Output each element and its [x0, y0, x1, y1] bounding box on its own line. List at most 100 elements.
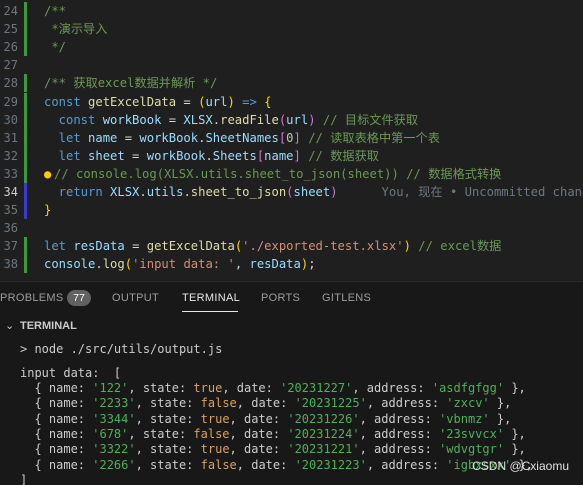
panel-tabs: PROBLEMS 77 OUTPUT TERMINAL PORTS GITLEN…	[0, 282, 583, 314]
terminal-text: },	[489, 396, 512, 411]
terminal-text: , state:	[135, 442, 201, 457]
git-change-indicator[interactable]	[24, 164, 27, 183]
line-number: 36	[3, 221, 18, 236]
git-change-indicator[interactable]	[24, 74, 27, 93]
terminal-data-row: { name: '2233', state: false, date: '202…	[20, 396, 511, 411]
code-token: (	[286, 185, 294, 199]
git-change-indicator[interactable]	[24, 255, 27, 274]
code-token: =>	[234, 94, 265, 109]
line-number: 28	[3, 76, 18, 91]
row-state-value: true	[200, 442, 230, 457]
chevron-down-icon[interactable]: ⌄	[5, 315, 14, 337]
code-token: getExcelData	[146, 239, 235, 254]
code-text: let name = workBook.SheetNames[0] // 读取表…	[44, 129, 440, 147]
code-token: './exported-test.xlsx'	[242, 239, 404, 254]
code-line[interactable]: 34 return XLSX.utils.sheet_to_json(sheet…	[0, 183, 583, 201]
code-token: const	[44, 94, 89, 109]
tab-gitlens[interactable]: GITLENS	[322, 292, 371, 304]
code-line[interactable]: 38 console.log('input data: ', resData);	[0, 255, 583, 274]
git-change-indicator[interactable]	[24, 2, 27, 20]
code-line[interactable]: 36	[0, 219, 583, 237]
row-name-value: '3344'	[92, 411, 136, 426]
code-text: */	[44, 38, 66, 56]
terminal-text: , date:	[229, 426, 288, 441]
code-token: resData	[73, 239, 125, 254]
git-change-indicator[interactable]	[24, 183, 27, 201]
git-change-indicator[interactable]	[24, 237, 27, 256]
git-change-indicator[interactable]	[24, 92, 27, 111]
code-line[interactable]: 30 const workBook = XLSX.readFile(url) /…	[0, 110, 583, 129]
code-token: .	[95, 257, 103, 272]
git-change-indicator[interactable]	[24, 38, 27, 57]
terminal-text: , date:	[229, 442, 288, 457]
code-text: const workBook = XLSX.readFile(url) // 目…	[44, 111, 418, 129]
code-token: const	[44, 112, 103, 127]
row-address-value: 'vbnmz'	[439, 411, 490, 426]
row-date-value: '20231223'	[294, 457, 367, 472]
terminal-text: { name:	[20, 457, 93, 472]
code-token: sheet	[88, 148, 125, 163]
code-token: utils	[146, 185, 184, 199]
terminal-text: , address:	[359, 426, 440, 441]
terminal-text: },	[504, 426, 526, 441]
terminal-text: , address:	[359, 442, 440, 457]
row-date-value: '20231226'	[287, 411, 360, 426]
git-change-indicator[interactable]	[24, 201, 27, 220]
git-change-indicator[interactable]	[24, 128, 27, 147]
code-line[interactable]: 35}	[0, 201, 583, 220]
code-editor[interactable]: 24/** 25 *演示导入 26 */27 28 /** 获取excel数据并解析 *…	[0, 0, 583, 280]
git-change-indicator[interactable]	[24, 146, 27, 165]
code-line[interactable]: 27	[0, 56, 583, 74]
git-change-indicator[interactable]	[24, 20, 27, 39]
terminal-data-row: { name: '3344', state: true, date: '2023…	[20, 412, 511, 427]
problems-count-badge: 77	[67, 290, 91, 306]
code-text: /** 获取excel数据并解析 */	[44, 74, 217, 92]
lightbulb-icon[interactable]: ●	[44, 165, 51, 183]
tab-terminal[interactable]: TERMINAL	[182, 292, 240, 304]
code-line[interactable]: 32 let sheet = workBook.Sheets[name] // …	[0, 146, 583, 165]
code-line[interactable]: 26 */	[0, 38, 583, 57]
terminal-command-line: > node ./src/utils/output.js	[20, 342, 222, 357]
code-token: url	[205, 94, 228, 109]
code-token: ;	[308, 257, 316, 272]
code-token: =	[124, 148, 147, 163]
code-line[interactable]: 28 /** 获取excel数据并解析 */	[0, 74, 583, 93]
code-line[interactable]: 31 let name = workBook.SheetNames[0] // …	[0, 128, 583, 147]
terminal-text: , address:	[366, 457, 447, 472]
code-token: SheetNames	[205, 130, 279, 145]
code-token: XLSX	[110, 185, 140, 199]
terminal-text: { name:	[20, 426, 93, 441]
code-line[interactable]: 25 *演示导入	[0, 20, 583, 39]
code-token: getExcelData	[88, 94, 177, 109]
code-token: (	[124, 257, 133, 272]
code-line[interactable]: 37 let resData = getExcelData('./exported…	[0, 237, 583, 256]
git-blame-annotation: You, 现在 • Uncommitted change	[381, 185, 583, 199]
code-token: sheet	[293, 185, 331, 199]
row-date-value: '20231227'	[280, 381, 353, 395]
code-line[interactable]: 33 // console.log(XLSX.utils.sheet_to_jso…	[0, 164, 583, 183]
code-token: {	[264, 94, 272, 109]
terminal-text: { name:	[20, 396, 93, 411]
tab-problems[interactable]: PROBLEMS	[0, 292, 64, 304]
line-number: 35	[3, 203, 18, 218]
code-line[interactable]: 29 const getExcelData = (url) => {	[0, 92, 583, 111]
output-header: input data: [	[20, 365, 122, 380]
terminal-data-row: { name: '3322', state: true, date: '2023…	[20, 442, 525, 457]
row-name-value: '2233'	[92, 396, 136, 411]
tab-ports[interactable]: PORTS	[261, 292, 300, 304]
code-token: // 数据获取	[300, 148, 379, 163]
tab-output[interactable]: OUTPUT	[112, 292, 159, 304]
terminal-section-header[interactable]: ⌄ TERMINAL	[0, 315, 583, 337]
code-token: }	[44, 203, 52, 218]
code-token: // 目标文件获取	[315, 112, 419, 127]
git-change-indicator[interactable]	[24, 110, 27, 129]
code-text: return XLSX.utils.sheet_to_json(sheet) Yo…	[44, 183, 583, 201]
terminal-section-title: TERMINAL	[20, 320, 77, 332]
row-name-value: '2266'	[92, 457, 136, 472]
code-token: ,	[234, 257, 250, 272]
terminal-text: , state:	[128, 381, 194, 395]
code-token: // 读取表格中第一个表	[300, 130, 440, 145]
terminal-output-line: ]	[20, 473, 27, 485]
code-line[interactable]: 24 /**	[0, 2, 583, 20]
code-token: .	[183, 185, 191, 199]
